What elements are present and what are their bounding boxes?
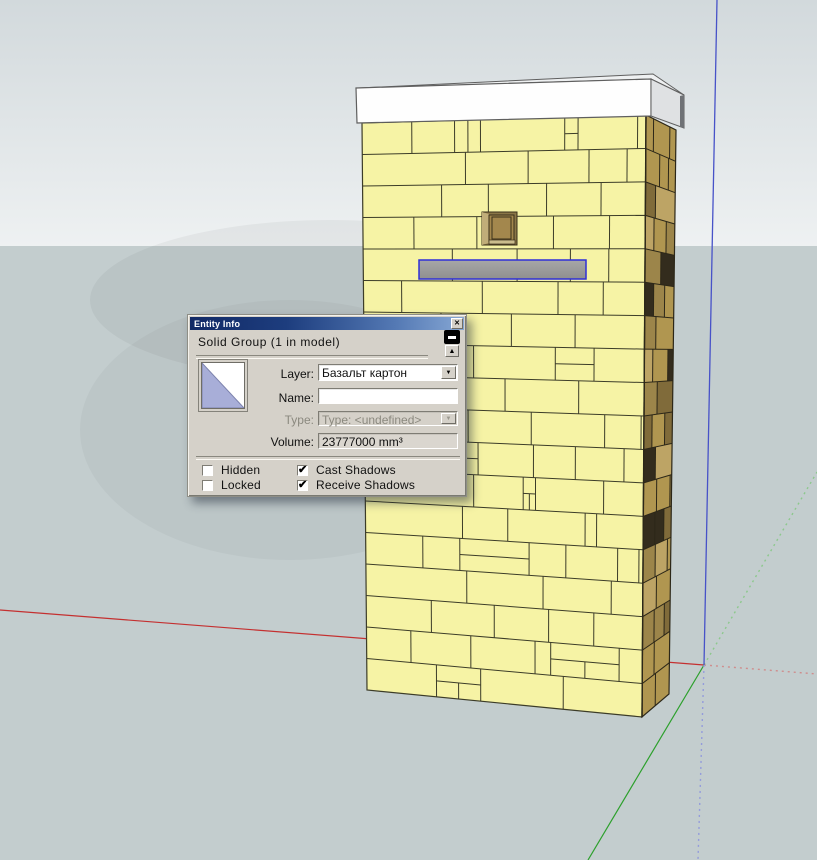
checkbox-box[interactable] — [202, 465, 213, 476]
check-icon: ✔ — [298, 463, 307, 476]
minus-icon — [448, 336, 456, 339]
chevron-down-icon: ▼ — [446, 416, 452, 422]
separator — [196, 456, 460, 459]
close-icon: ✕ — [454, 320, 460, 328]
layer-value: Базальт картон — [322, 366, 440, 380]
checkbox-box[interactable]: ✔ — [297, 465, 308, 476]
volume-label: Volume: — [188, 435, 314, 449]
up-arrow-icon: ▲ — [449, 348, 456, 355]
checkbox-label: Cast Shadows — [316, 463, 396, 477]
sketchup-viewport-area: Entity Info ✕ Solid Group (1 in model) ▲… — [0, 0, 817, 860]
rollup-button[interactable]: ▲ — [445, 345, 459, 357]
type-dropdown-button: ▼ — [441, 413, 456, 424]
layer-dropdown-button[interactable]: ▼ — [441, 366, 456, 379]
dialog-titlebar[interactable]: Entity Info ✕ — [190, 317, 464, 330]
type-value: Type: <undefined> — [322, 413, 440, 427]
window-opening[interactable] — [482, 212, 517, 245]
check-icon: ✔ — [298, 478, 307, 491]
volume-field: 23777000 mm³ — [318, 433, 458, 449]
name-label: Name: — [188, 391, 314, 405]
checkbox-box[interactable] — [202, 480, 213, 491]
dialog-title: Entity Info — [190, 319, 240, 329]
selected-slab-group[interactable] — [419, 260, 586, 279]
collapse-details-button[interactable] — [444, 330, 460, 344]
layer-dropdown[interactable]: Базальт картон ▼ — [318, 364, 458, 381]
entity-info-dialog[interactable]: Entity Info ✕ Solid Group (1 in model) ▲… — [187, 314, 467, 497]
checkbox-label: Hidden — [221, 463, 260, 477]
checkbox-label: Receive Shadows — [316, 478, 415, 492]
layer-label: Layer: — [188, 367, 314, 381]
locked-checkbox[interactable]: Locked — [202, 478, 261, 492]
volume-value: 23777000 mm³ — [319, 434, 457, 450]
separator — [196, 355, 428, 358]
details-toggle[interactable]: ▲ — [444, 330, 460, 358]
receive-shadows-checkbox[interactable]: ✔ Receive Shadows — [297, 478, 415, 492]
type-dropdown: Type: <undefined> ▼ — [318, 411, 458, 426]
hidden-checkbox[interactable]: Hidden — [202, 463, 260, 477]
close-button[interactable]: ✕ — [451, 318, 463, 329]
name-field-frame — [318, 388, 458, 404]
cast-shadows-checkbox[interactable]: ✔ Cast Shadows — [297, 463, 396, 477]
chevron-down-icon: ▼ — [446, 370, 452, 376]
name-input[interactable] — [319, 389, 463, 403]
checkbox-box[interactable]: ✔ — [297, 480, 308, 491]
entity-summary: Solid Group (1 in model) — [198, 335, 340, 349]
type-label: Type: — [188, 413, 314, 427]
checkbox-label: Locked — [221, 478, 261, 492]
